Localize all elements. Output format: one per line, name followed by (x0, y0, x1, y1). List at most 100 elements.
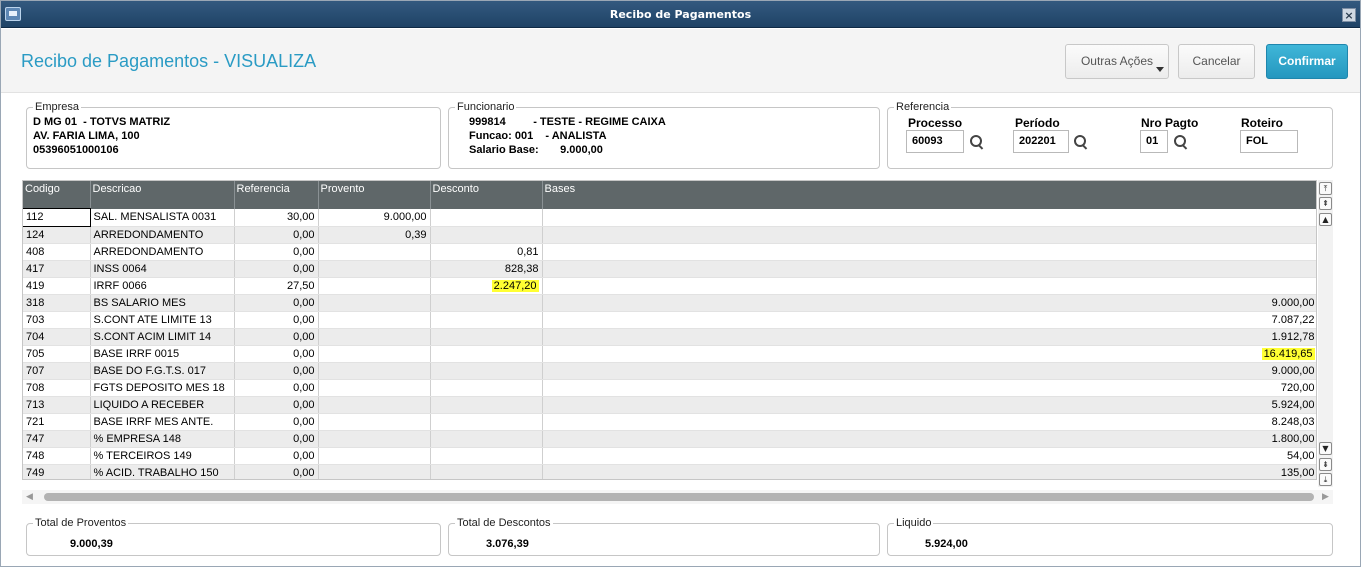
cell-provento[interactable] (318, 379, 431, 397)
cell-provento[interactable] (318, 396, 431, 414)
cell-provento[interactable] (318, 277, 431, 295)
cell-provento[interactable] (318, 294, 431, 312)
scroll-page-up-icon[interactable]: ⇞ (1319, 197, 1332, 210)
cell-referencia[interactable]: 0,00 (234, 260, 319, 278)
cell-bases[interactable] (542, 277, 1316, 295)
cell-bases[interactable] (542, 209, 1316, 227)
cell-referencia[interactable]: 0,00 (234, 311, 319, 329)
cell-descricao[interactable]: LIQUIDO A RECEBER (90, 396, 235, 414)
cell-descricao[interactable]: % EMPRESA 148 (90, 430, 235, 448)
cell-desconto[interactable] (430, 209, 543, 227)
cell-referencia[interactable]: 30,00 (234, 209, 319, 227)
col-header-provento[interactable]: Provento (318, 181, 431, 209)
cell-bases[interactable] (542, 226, 1316, 244)
cell-referencia[interactable]: 0,00 (234, 226, 319, 244)
cell-bases[interactable]: 720,00 (542, 379, 1316, 397)
scroll-top-icon[interactable]: ⤒ (1319, 182, 1332, 195)
periodo-field[interactable]: 202201 (1013, 130, 1069, 153)
col-header-descricao[interactable]: Descricao (90, 181, 235, 209)
table-row[interactable]: 747% EMPRESA 148 0,00 1.800,00 (23, 430, 1316, 448)
cell-descricao[interactable]: S.CONT ATE LIMITE 13 (90, 311, 235, 329)
cell-desconto[interactable] (430, 396, 543, 414)
col-header-referencia[interactable]: Referencia (234, 181, 319, 209)
cell-provento[interactable] (318, 464, 431, 479)
cell-descricao[interactable]: % TERCEIROS 149 (90, 447, 235, 465)
cell-provento[interactable]: 9.000,00 (318, 209, 431, 227)
vertical-scrollbar[interactable]: ⤒ ⇞ ▲ ▼ ⇟ ⤓ (1318, 180, 1333, 487)
cell-provento[interactable] (318, 413, 431, 431)
cell-desconto[interactable] (430, 430, 543, 448)
table-row[interactable]: 419 IRRF 0066 27,50 2.247,20 (23, 277, 1316, 295)
cell-descricao[interactable]: BASE IRRF 0015 (90, 345, 235, 363)
scroll-page-down-icon[interactable]: ⇟ (1319, 458, 1332, 471)
cell-codigo[interactable]: 318 (23, 294, 91, 312)
scroll-up-icon[interactable]: ▲ (1319, 213, 1332, 226)
cell-bases[interactable]: 135,00 (542, 464, 1316, 479)
cell-codigo[interactable]: 703 (23, 311, 91, 329)
cell-desconto[interactable] (430, 413, 543, 431)
cell-provento[interactable] (318, 260, 431, 278)
horizontal-scroll-thumb[interactable] (44, 493, 1314, 501)
cell-descricao[interactable]: ARREDONDAMENTO (90, 226, 235, 244)
processo-field[interactable]: 60093 (906, 130, 964, 153)
col-header-bases[interactable]: Bases (542, 181, 1316, 209)
cell-desconto[interactable] (430, 345, 543, 363)
cell-desconto[interactable]: 828,38 (430, 260, 543, 278)
cell-provento[interactable] (318, 362, 431, 380)
cell-desconto[interactable] (430, 226, 543, 244)
cell-descricao[interactable]: BASE IRRF MES ANTE. (90, 413, 235, 431)
col-header-codigo[interactable]: Codigo (23, 181, 91, 209)
confirm-button[interactable]: Confirmar (1266, 44, 1348, 79)
outras-acoes-button[interactable]: Outras Ações (1065, 44, 1169, 79)
cell-referencia[interactable]: 0,00 (234, 328, 319, 346)
cell-provento[interactable] (318, 311, 431, 329)
cell-desconto[interactable]: 0,81 (430, 243, 543, 261)
cell-codigo[interactable]: 417 (23, 260, 91, 278)
cell-provento[interactable] (318, 328, 431, 346)
cell-referencia[interactable]: 0,00 (234, 345, 319, 363)
cell-desconto[interactable]: 2.247,20 (430, 277, 543, 295)
cell-provento[interactable] (318, 430, 431, 448)
cell-provento[interactable]: 0,39 (318, 226, 431, 244)
table-row[interactable]: 408 ARREDONDAMENTO 0,00 0,81 (23, 243, 1316, 261)
cell-codigo[interactable]: 713 (23, 396, 91, 414)
cell-desconto[interactable] (430, 328, 543, 346)
cell-referencia[interactable]: 0,00 (234, 396, 319, 414)
cell-desconto[interactable] (430, 294, 543, 312)
cell-descricao[interactable]: INSS 0064 (90, 260, 235, 278)
nro-pagto-field[interactable]: 01 (1140, 130, 1168, 153)
table-row[interactable]: 721 BASE IRRF MES ANTE. 0,00 8.248,03 (23, 413, 1316, 431)
search-icon[interactable] (970, 135, 984, 149)
table-row[interactable]: 708 FGTS DEPOSITO MES 18 0,00 720,00 (23, 379, 1316, 397)
cell-desconto[interactable] (430, 447, 543, 465)
cell-codigo[interactable]: 419 (23, 277, 91, 295)
cell-bases[interactable]: 5.924,00 (542, 396, 1316, 414)
table-row[interactable]: 417 INSS 0064 0,00 828,38 (23, 260, 1316, 278)
cell-codigo[interactable]: 747 (23, 430, 91, 448)
col-header-desconto[interactable]: Desconto (430, 181, 543, 209)
table-row[interactable]: 318 BS SALARIO MES 0,00 9.000,00 (23, 294, 1316, 312)
cell-descricao[interactable]: FGTS DEPOSITO MES 18 (90, 379, 235, 397)
cell-bases[interactable] (542, 260, 1316, 278)
cell-bases[interactable]: 16.419,65 (542, 345, 1316, 363)
cell-desconto[interactable] (430, 311, 543, 329)
cell-referencia[interactable]: 0,00 (234, 447, 319, 465)
cell-referencia[interactable]: 0,00 (234, 464, 319, 479)
cell-codigo[interactable]: 705 (23, 345, 91, 363)
cell-referencia[interactable]: 27,50 (234, 277, 319, 295)
cell-desconto[interactable] (430, 464, 543, 479)
table-row[interactable]: 703 S.CONT ATE LIMITE 13 0,00 7.087,22 (23, 311, 1316, 329)
cell-provento[interactable] (318, 243, 431, 261)
scroll-down-icon[interactable]: ▼ (1319, 442, 1332, 455)
cell-bases[interactable]: 1.800,00 (542, 430, 1316, 448)
cell-bases[interactable]: 1.912,78 (542, 328, 1316, 346)
search-icon[interactable] (1174, 135, 1188, 149)
cell-bases[interactable]: 8.248,03 (542, 413, 1316, 431)
cell-descricao[interactable]: S.CONT ACIM LIMIT 14 (90, 328, 235, 346)
table-row[interactable]: 713 LIQUIDO A RECEBER 0,00 5.924,00 (23, 396, 1316, 414)
cell-codigo[interactable]: 707 (23, 362, 91, 380)
cell-codigo[interactable]: 408 (23, 243, 91, 261)
cancel-button[interactable]: Cancelar (1178, 44, 1255, 79)
cell-descricao[interactable]: IRRF 0066 (90, 277, 235, 295)
cell-descricao[interactable]: % ACID. TRABALHO 150 (90, 464, 235, 479)
